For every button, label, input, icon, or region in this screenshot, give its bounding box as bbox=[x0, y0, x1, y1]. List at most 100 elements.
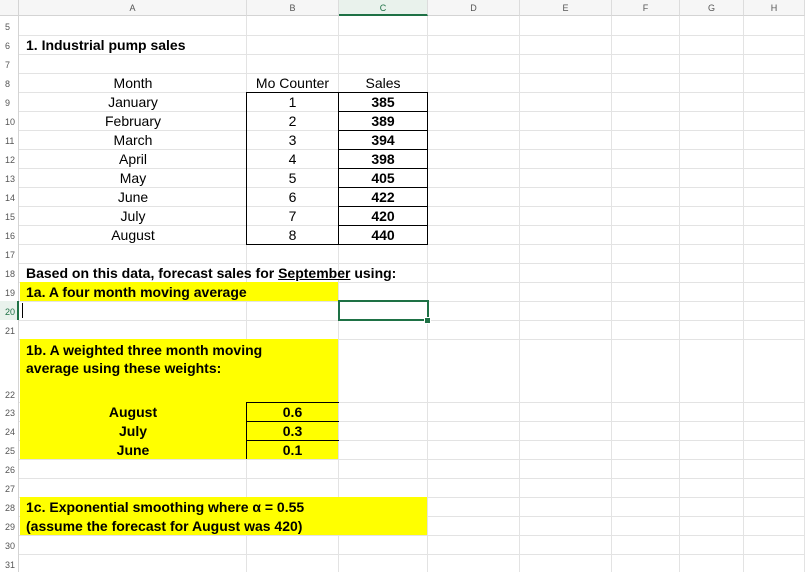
month-cell[interactable]: May bbox=[20, 170, 246, 186]
sales-cell[interactable]: 398 bbox=[339, 151, 427, 167]
question-1c-line2[interactable]: (assume the forecast for August was 420) bbox=[26, 518, 302, 534]
table-border bbox=[339, 225, 427, 226]
instruction-month: September bbox=[278, 265, 351, 281]
sales-cell[interactable]: 394 bbox=[339, 132, 427, 148]
question-1a[interactable]: 1a. A four month moving average bbox=[26, 284, 247, 300]
row-header-22[interactable]: 22 bbox=[0, 339, 19, 402]
row-header-16[interactable]: 16 bbox=[0, 225, 19, 244]
column-header-b[interactable]: B bbox=[247, 0, 339, 16]
row-header-17[interactable]: 17 bbox=[0, 244, 19, 263]
table-border bbox=[246, 92, 428, 93]
question-1c-line1[interactable]: 1c. Exponential smoothing where α = 0.55 bbox=[26, 499, 304, 515]
table-border bbox=[339, 149, 427, 150]
sales-cell[interactable]: 389 bbox=[339, 113, 427, 129]
row-header-10[interactable]: 10 bbox=[0, 111, 19, 130]
fill-handle[interactable] bbox=[424, 317, 431, 324]
question-1b-line1[interactable]: 1b. A weighted three month moving bbox=[26, 342, 262, 358]
column-header-d[interactable]: D bbox=[428, 0, 520, 16]
row-header-25[interactable]: 25 bbox=[0, 440, 19, 459]
counter-cell[interactable]: 2 bbox=[247, 113, 338, 129]
column-header-c[interactable]: C bbox=[339, 0, 428, 16]
table-border bbox=[339, 168, 427, 169]
grid-line bbox=[611, 16, 612, 572]
header-sales[interactable]: Sales bbox=[339, 75, 427, 91]
weight-month[interactable]: July bbox=[20, 423, 246, 439]
sales-cell[interactable]: 420 bbox=[339, 208, 427, 224]
row-header-6[interactable]: 6 bbox=[0, 35, 19, 54]
counter-cell[interactable]: 4 bbox=[247, 151, 338, 167]
grid-line bbox=[519, 16, 520, 572]
month-cell[interactable]: June bbox=[20, 189, 246, 205]
row-header-30[interactable]: 30 bbox=[0, 535, 19, 554]
row-header-28[interactable]: 28 bbox=[0, 497, 19, 516]
row-header-19[interactable]: 19 bbox=[0, 282, 19, 301]
row-header-27[interactable]: 27 bbox=[0, 478, 19, 497]
select-all-corner[interactable] bbox=[0, 0, 19, 16]
row-header-23[interactable]: 23 bbox=[0, 402, 19, 421]
counter-cell[interactable]: 5 bbox=[247, 170, 338, 186]
instruction-suffix: using: bbox=[350, 265, 397, 281]
grid-line bbox=[19, 554, 805, 555]
column-header-g[interactable]: G bbox=[680, 0, 744, 16]
row-header-13[interactable]: 13 bbox=[0, 168, 19, 187]
row-header-11[interactable]: 11 bbox=[0, 130, 19, 149]
row-header-7[interactable]: 7 bbox=[0, 54, 19, 73]
row-header-24[interactable]: 24 bbox=[0, 421, 19, 440]
selected-cell-c20[interactable] bbox=[338, 300, 429, 321]
row-header-8[interactable]: 8 bbox=[0, 73, 19, 92]
weight-month[interactable]: June bbox=[20, 442, 246, 458]
sales-cell[interactable]: 422 bbox=[339, 189, 427, 205]
counter-cell[interactable]: 8 bbox=[247, 227, 338, 243]
row-header-20[interactable]: 20 bbox=[0, 301, 19, 320]
table-border bbox=[339, 187, 427, 188]
sales-cell[interactable]: 385 bbox=[339, 94, 427, 110]
column-header-a[interactable]: A bbox=[19, 0, 247, 16]
row-header-5[interactable]: 5 bbox=[0, 16, 19, 35]
sales-cell[interactable]: 405 bbox=[339, 170, 427, 186]
weight-value[interactable]: 0.1 bbox=[247, 442, 338, 458]
counter-cell[interactable]: 7 bbox=[247, 208, 338, 224]
counter-cell[interactable]: 3 bbox=[247, 132, 338, 148]
grid-line bbox=[19, 73, 805, 74]
month-cell[interactable]: August bbox=[20, 227, 246, 243]
weight-value[interactable]: 0.6 bbox=[247, 404, 338, 420]
row-header-9[interactable]: 9 bbox=[0, 92, 19, 111]
sheet-title[interactable]: 1. Industrial pump sales bbox=[26, 37, 186, 53]
row-header-21[interactable]: 21 bbox=[0, 320, 19, 339]
row-header-15[interactable]: 15 bbox=[0, 206, 19, 225]
header-mo-counter[interactable]: Mo Counter bbox=[247, 75, 338, 91]
table-border bbox=[246, 440, 339, 441]
month-cell[interactable]: July bbox=[20, 208, 246, 224]
sales-cell[interactable]: 440 bbox=[339, 227, 427, 243]
question-1b-line2[interactable]: average using these weights: bbox=[26, 360, 221, 376]
table-border bbox=[246, 402, 247, 459]
month-cell[interactable]: April bbox=[20, 151, 246, 167]
counter-cell[interactable]: 1 bbox=[247, 94, 338, 110]
table-border bbox=[246, 421, 339, 422]
grid-line bbox=[743, 16, 744, 572]
instruction-prefix: Based on this data, forecast sales for bbox=[26, 265, 279, 281]
weight-month[interactable]: August bbox=[20, 404, 246, 420]
row-header-26[interactable]: 26 bbox=[0, 459, 19, 478]
weight-value[interactable]: 0.3 bbox=[247, 423, 338, 439]
instruction-text[interactable]: Based on this data, forecast sales for S… bbox=[26, 265, 396, 281]
row-header-12[interactable]: 12 bbox=[0, 149, 19, 168]
column-header-h[interactable]: H bbox=[744, 0, 805, 16]
table-border bbox=[246, 244, 428, 245]
table-border bbox=[339, 111, 427, 112]
counter-cell[interactable]: 6 bbox=[247, 189, 338, 205]
table-border bbox=[246, 402, 339, 403]
grid-line bbox=[19, 35, 805, 36]
row-header-14[interactable]: 14 bbox=[0, 187, 19, 206]
row-header-31[interactable]: 31 bbox=[0, 554, 19, 572]
row-header-18[interactable]: 18 bbox=[0, 263, 19, 282]
month-cell[interactable]: January bbox=[20, 94, 246, 110]
column-header-e[interactable]: E bbox=[520, 0, 612, 16]
month-cell[interactable]: March bbox=[20, 132, 246, 148]
column-header-f[interactable]: F bbox=[612, 0, 680, 16]
month-cell[interactable]: February bbox=[20, 113, 246, 129]
header-month[interactable]: Month bbox=[20, 75, 246, 91]
grid-line bbox=[679, 16, 680, 572]
grid-line bbox=[19, 535, 805, 536]
row-header-29[interactable]: 29 bbox=[0, 516, 19, 535]
